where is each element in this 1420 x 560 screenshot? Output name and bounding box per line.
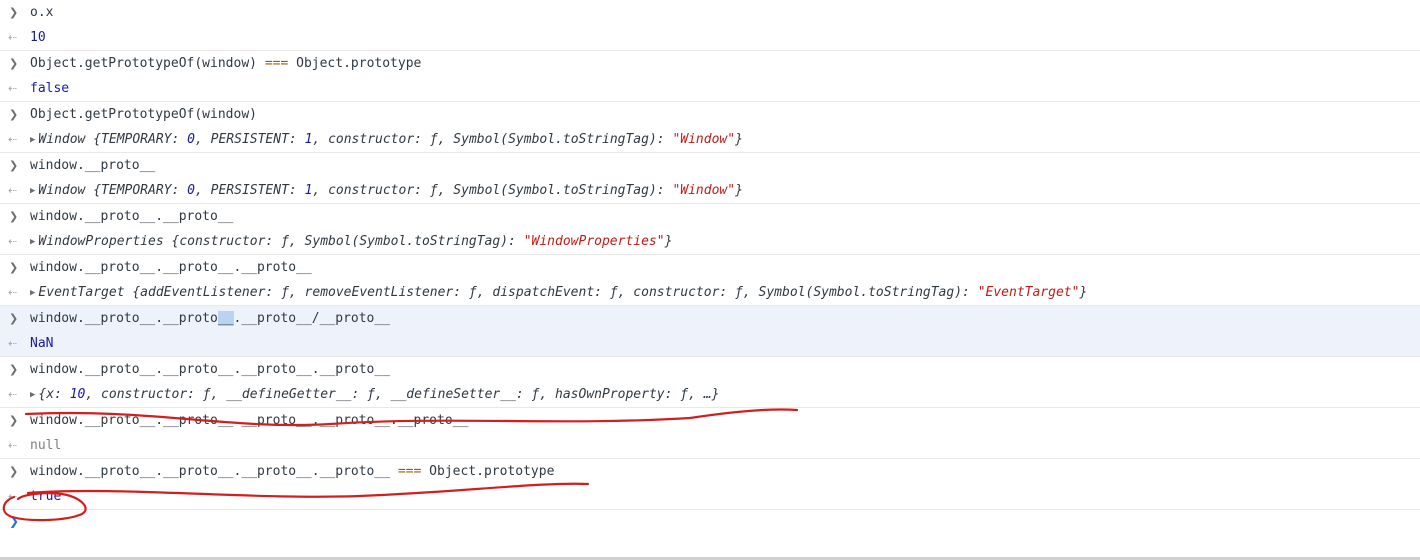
- expand-triangle-icon[interactable]: ▶: [30, 237, 35, 247]
- console-entry: ❯ Object.getPrototypeOf(window) === Objec…: [0, 51, 1420, 102]
- console-log: ❯ o.x ⇠ 10 ❯ Object.getPrototypeOf(window) …: [0, 0, 1420, 510]
- expand-triangle-icon[interactable]: ▶: [30, 186, 35, 196]
- expand-triangle-icon[interactable]: ▶: [30, 135, 35, 145]
- console-prompt-chevron-icon[interactable]: ❯: [9, 514, 19, 528]
- return-arrow-icon: ⇠: [8, 490, 18, 503]
- object-preview[interactable]: ⇠ ▶ WindowProperties {constructor: ƒ, Symb…: [0, 229, 1420, 254]
- return-arrow-icon: ⇠: [8, 286, 18, 299]
- console-entry: ❯ window.__proto__ ⇠ ▶ Window {TEMPORARY: 0…: [0, 153, 1420, 204]
- input-line[interactable]: ❯ window.__proto__.__proto__.__proto__/__…: [0, 306, 1420, 331]
- input-line[interactable]: ❯ window.__proto__.__proto__.__proto__: [0, 255, 1420, 280]
- input-line[interactable]: ❯ window.__proto__: [0, 153, 1420, 178]
- console-entry-selected: ❯ window.__proto__.__proto__.__proto__/__…: [0, 306, 1420, 357]
- chevron-right-icon: ❯: [9, 57, 19, 70]
- input-line[interactable]: ❯ window.__proto__.__proto__: [0, 204, 1420, 229]
- return-arrow-icon: ⇠: [8, 388, 18, 401]
- object-preview[interactable]: ⇠ ▶ Window {TEMPORARY: 0, PERSISTENT: 1, c…: [0, 127, 1420, 152]
- output-line: ⇠ 10: [0, 25, 1420, 50]
- return-arrow-icon: ⇠: [8, 82, 18, 95]
- input-line[interactable]: ❯ o.x: [0, 0, 1420, 25]
- chevron-right-icon: ❯: [9, 6, 19, 19]
- return-arrow-icon: ⇠: [8, 31, 18, 44]
- return-arrow-icon: ⇠: [8, 184, 18, 197]
- output-line: ⇠ null: [0, 433, 1420, 458]
- console-entry: ❯ window.__proto__.__proto__.__proto__.__…: [0, 357, 1420, 408]
- input-line[interactable]: ❯ window.__proto__.__proto__.__proto__.__…: [0, 459, 1420, 484]
- console-entry: ❯ window.__proto__.__proto__.__proto__.__…: [0, 408, 1420, 459]
- chevron-right-icon: ❯: [9, 261, 19, 274]
- chevron-right-icon: ❯: [9, 465, 19, 478]
- console-entry: ❯ Object.getPrototypeOf(window) ⇠ ▶ Window …: [0, 102, 1420, 153]
- return-arrow-icon: ⇠: [8, 133, 18, 146]
- output-line: ⇠ true: [0, 484, 1420, 509]
- chevron-right-icon: ❯: [9, 312, 19, 325]
- console-entry: ❯ window.__proto__.__proto__.__proto__ ⇠ ▶…: [0, 255, 1420, 306]
- chevron-right-icon: ❯: [9, 159, 19, 172]
- chevron-right-icon: ❯: [9, 210, 19, 223]
- return-arrow-icon: ⇠: [8, 337, 18, 350]
- chevron-right-icon: ❯: [9, 363, 19, 376]
- input-line[interactable]: ❯ window.__proto__.__proto__.__proto__.__…: [0, 408, 1420, 433]
- return-arrow-icon: ⇠: [8, 439, 18, 452]
- console-entry: ❯ window.__proto__.__proto__.__proto__.__…: [0, 459, 1420, 510]
- return-arrow-icon: ⇠: [8, 235, 18, 248]
- object-preview[interactable]: ⇠ ▶ Window {TEMPORARY: 0, PERSISTENT: 1, c…: [0, 178, 1420, 203]
- object-preview[interactable]: ⇠ ▶ EventTarget {addEventListener: ƒ, remo…: [0, 280, 1420, 305]
- expand-triangle-icon[interactable]: ▶: [30, 390, 35, 400]
- output-line: ⇠ NaN: [0, 331, 1420, 356]
- input-line[interactable]: ❯ Object.getPrototypeOf(window): [0, 102, 1420, 127]
- expand-triangle-icon[interactable]: ▶: [30, 288, 35, 298]
- object-preview[interactable]: ⇠ ▶ {x: 10, constructor: ƒ, __defineGetter…: [0, 382, 1420, 407]
- chevron-right-icon: ❯: [9, 414, 19, 427]
- input-line[interactable]: ❯ window.__proto__.__proto__.__proto__.__…: [0, 357, 1420, 382]
- console-entry: ❯ o.x ⇠ 10: [0, 0, 1420, 51]
- chevron-right-icon: ❯: [9, 108, 19, 121]
- console-entry: ❯ window.__proto__.__proto__ ⇠ ▶ WindowProp…: [0, 204, 1420, 255]
- output-line: ⇠ false: [0, 76, 1420, 101]
- text-selection: __: [217, 311, 234, 326]
- input-line[interactable]: ❯ Object.getPrototypeOf(window) === Objec…: [0, 51, 1420, 76]
